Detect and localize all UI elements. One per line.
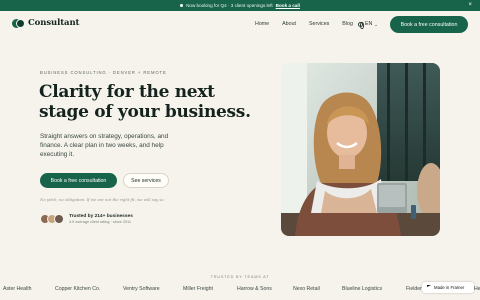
hero-eyebrow: BUSINESS CONSULTING · DENVER + REMOTE — [40, 70, 167, 75]
chevron-down-icon: ⌄ — [374, 21, 378, 27]
brand-name: Consultant — [28, 18, 80, 28]
brand-logo[interactable]: Consultant — [12, 18, 79, 28]
hero-fineprint: No pitch, no obligation. If we are not t… — [40, 197, 165, 202]
client-logo-row: Aster Health Copper Kitchen Co. Ventry S… — [0, 286, 480, 294]
client-logo: Miller Freight — [183, 286, 213, 292]
framer-icon — [427, 285, 431, 290]
close-icon[interactable]: × — [468, 2, 472, 9]
framer-badge-label: Made in Framer — [434, 285, 465, 290]
client-logo: Ventry Software — [123, 286, 160, 292]
headline-line-1: Clarity for the next — [39, 82, 215, 102]
nav-item-about[interactable]: About — [282, 21, 296, 27]
client-logo: He — [474, 286, 480, 292]
logos-label: TRUSTED BY TEAMS AT — [210, 275, 270, 279]
avatar — [54, 214, 64, 224]
announcement-bar: Now booking for Q4 · 3 client openings l… — [0, 0, 480, 11]
trust-text: Trusted by 214+ businesses 4.9 average c… — [69, 214, 133, 224]
hero-headline: Clarity for the next stage of your busin… — [39, 82, 279, 122]
trust-block: Trusted by 214+ businesses 4.9 average c… — [40, 214, 133, 224]
hero-subtitle: Straight answers on strategy, operations… — [40, 133, 169, 158]
nav-consultation-button[interactable]: Book a free consultation — [390, 16, 468, 33]
nav-item-services[interactable]: Services — [309, 21, 329, 27]
client-logo: Nexo Retail — [293, 286, 320, 292]
nav-item-blog[interactable]: Blog — [342, 21, 353, 27]
trust-title: Trusted by 214+ businesses — [69, 214, 133, 219]
client-logo: Aster Health — [3, 286, 32, 292]
client-logo: Blueline Logistics — [342, 286, 383, 292]
headline-line-2: stage of your business. — [39, 102, 251, 122]
language-label: EN — [365, 21, 373, 27]
book-consultation-button[interactable]: Book a free consultation — [40, 173, 117, 188]
client-logo: Harrow & Sons — [237, 286, 272, 292]
client-logo: Copper Kitchen Co. — [55, 286, 101, 292]
top-nav: Consultant Home About Services Blog EN ⌄… — [0, 11, 480, 38]
language-selector[interactable]: EN ⌄ — [358, 21, 378, 29]
see-services-button[interactable]: See services — [123, 173, 169, 188]
globe-icon — [358, 21, 364, 29]
logo-mark-icon — [12, 18, 25, 28]
nav-menu: Home About Services Blog — [255, 21, 353, 27]
trust-subtitle: 4.9 average client rating · since 2011 — [69, 220, 131, 224]
hero-photo-illustration — [281, 63, 440, 236]
book-call-link[interactable]: Book a call — [276, 3, 300, 8]
made-in-framer-badge[interactable]: Made in Framer — [422, 282, 474, 293]
hero-photo — [281, 63, 440, 236]
announcement-text: Now booking for Q4 · 3 client openings l… — [186, 3, 273, 8]
status-dot-icon — [180, 4, 184, 7]
avatar-group — [40, 214, 64, 224]
nav-item-home[interactable]: Home — [255, 21, 269, 27]
